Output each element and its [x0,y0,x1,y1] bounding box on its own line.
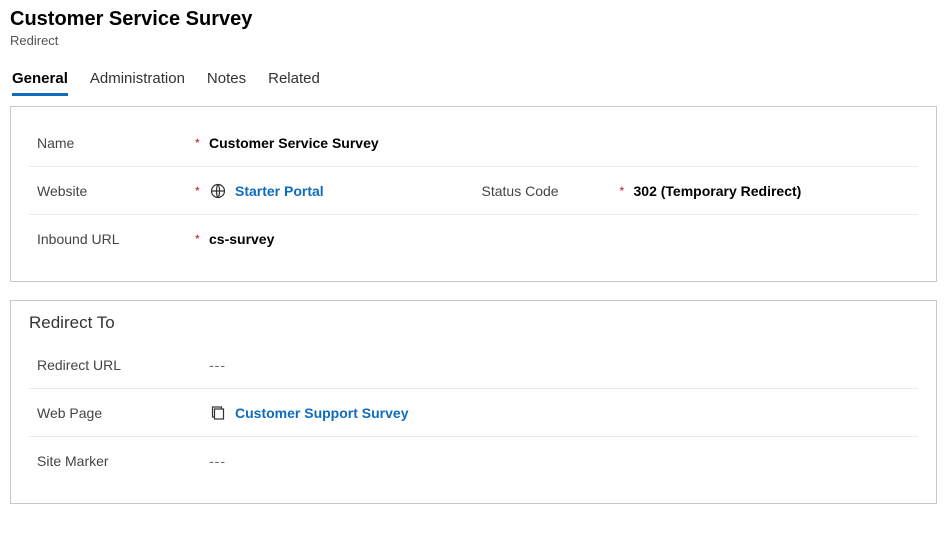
label-inbound-url: Inbound URL * [29,231,209,247]
tab-notes[interactable]: Notes [207,66,246,96]
label-inbound-url-text: Inbound URL [37,231,120,247]
value-site-marker-text: --- [209,453,226,469]
value-site-marker[interactable]: --- [209,453,226,469]
row-redirect-url: Redirect URL --- [29,341,918,389]
entity-type-label: Redirect [10,33,937,48]
page-header: Customer Service Survey Redirect [10,8,937,48]
website-link[interactable]: Starter Portal [235,183,324,199]
tab-administration[interactable]: Administration [90,66,185,96]
tab-general[interactable]: General [12,66,68,96]
required-marker: * [195,184,209,198]
required-marker: * [195,136,209,150]
page-icon [209,404,227,422]
value-inbound-url[interactable]: cs-survey [209,231,274,247]
label-website-text: Website [37,183,87,199]
value-status-code[interactable]: 302 (Temporary Redirect) [634,183,802,199]
globe-icon [209,182,227,200]
label-website: Website * [29,183,209,199]
value-website[interactable]: Starter Portal [209,182,324,200]
label-redirect-url-text: Redirect URL [37,357,121,373]
label-name: Name * [29,135,209,151]
value-name-text: Customer Service Survey [209,135,379,151]
value-name[interactable]: Customer Service Survey [209,135,379,151]
tab-related[interactable]: Related [268,66,320,96]
label-name-text: Name [37,135,74,151]
value-inbound-url-text: cs-survey [209,231,274,247]
tab-bar: General Administration Notes Related [10,66,937,96]
web-page-link[interactable]: Customer Support Survey [235,405,408,421]
required-marker: * [620,184,634,198]
redirect-to-panel: Redirect To Redirect URL --- Web Page Cu… [10,300,937,504]
label-site-marker: Site Marker [29,453,209,469]
row-inbound-url: Inbound URL * cs-survey [29,215,918,263]
label-status-code-text: Status Code [482,183,559,199]
label-status-code: Status Code * [474,183,634,199]
label-redirect-url: Redirect URL [29,357,209,373]
label-web-page-text: Web Page [37,405,102,421]
value-redirect-url-text: --- [209,357,226,373]
value-redirect-url[interactable]: --- [209,357,226,373]
value-status-code-text: 302 (Temporary Redirect) [634,183,802,199]
label-site-marker-text: Site Marker [37,453,109,469]
value-web-page[interactable]: Customer Support Survey [209,404,408,422]
row-name: Name * Customer Service Survey [29,119,918,167]
label-web-page: Web Page [29,405,209,421]
page-title: Customer Service Survey [10,8,937,31]
section-title-redirect-to: Redirect To [29,313,918,333]
row-web-page: Web Page Customer Support Survey [29,389,918,437]
row-site-marker: Site Marker --- [29,437,918,485]
row-website-status: Website * Starter Portal Status Code * [29,167,918,215]
required-marker: * [195,232,209,246]
general-panel: Name * Customer Service Survey Website * [10,106,937,282]
